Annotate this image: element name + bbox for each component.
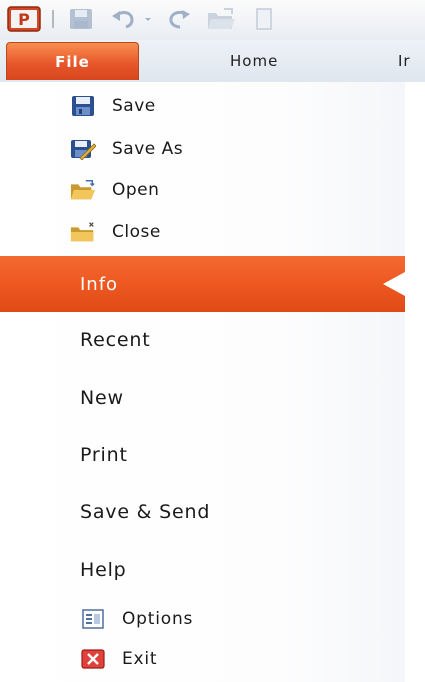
quick-access-toolbar: P: [0, 0, 425, 40]
exit-icon: [80, 647, 106, 671]
exit-command[interactable]: Exit: [80, 641, 157, 677]
nav-new[interactable]: New: [80, 378, 124, 418]
save-as-icon: [70, 137, 96, 161]
close-command[interactable]: Close: [70, 213, 161, 251]
nav-save-and-send[interactable]: Save & Send: [80, 492, 210, 532]
powerpoint-logo-icon[interactable]: P: [6, 4, 42, 34]
options-label: Options: [122, 609, 194, 629]
selected-notch-icon: [383, 272, 405, 296]
open-folder-icon: [70, 178, 96, 202]
nav-info[interactable]: Info: [0, 256, 405, 312]
redo-icon[interactable]: [164, 4, 194, 34]
open-label: Open: [112, 180, 160, 200]
exit-label: Exit: [122, 649, 158, 669]
save-icon: [70, 94, 96, 118]
tab-home[interactable]: Home: [230, 42, 278, 80]
save-command[interactable]: Save: [70, 87, 156, 125]
open-icon[interactable]: [204, 4, 238, 34]
close-label: Close: [112, 222, 161, 242]
svg-text:P: P: [18, 10, 30, 29]
nav-recent[interactable]: Recent: [80, 320, 150, 360]
info-label: Info: [80, 273, 119, 295]
tab-insert[interactable]: Ir: [398, 42, 411, 80]
toolbar-separator: [52, 10, 54, 28]
close-folder-icon: [70, 220, 96, 244]
tab-file[interactable]: File: [6, 42, 139, 80]
open-command[interactable]: Open: [70, 171, 159, 209]
undo-icon[interactable]: [108, 4, 138, 34]
save-label: Save: [112, 96, 156, 116]
save-as-label: Save As: [112, 139, 184, 159]
undo-dropdown-icon[interactable]: [140, 4, 156, 34]
backstage-content-area: [405, 82, 425, 682]
new-document-icon[interactable]: [252, 4, 276, 34]
nav-help[interactable]: Help: [80, 550, 127, 590]
save-icon[interactable]: [64, 4, 98, 34]
save-as-command[interactable]: Save As: [70, 130, 183, 168]
nav-print[interactable]: Print: [80, 435, 128, 475]
backstage-menu: [0, 82, 406, 682]
options-command[interactable]: Options: [80, 601, 193, 637]
options-icon: [80, 607, 106, 631]
